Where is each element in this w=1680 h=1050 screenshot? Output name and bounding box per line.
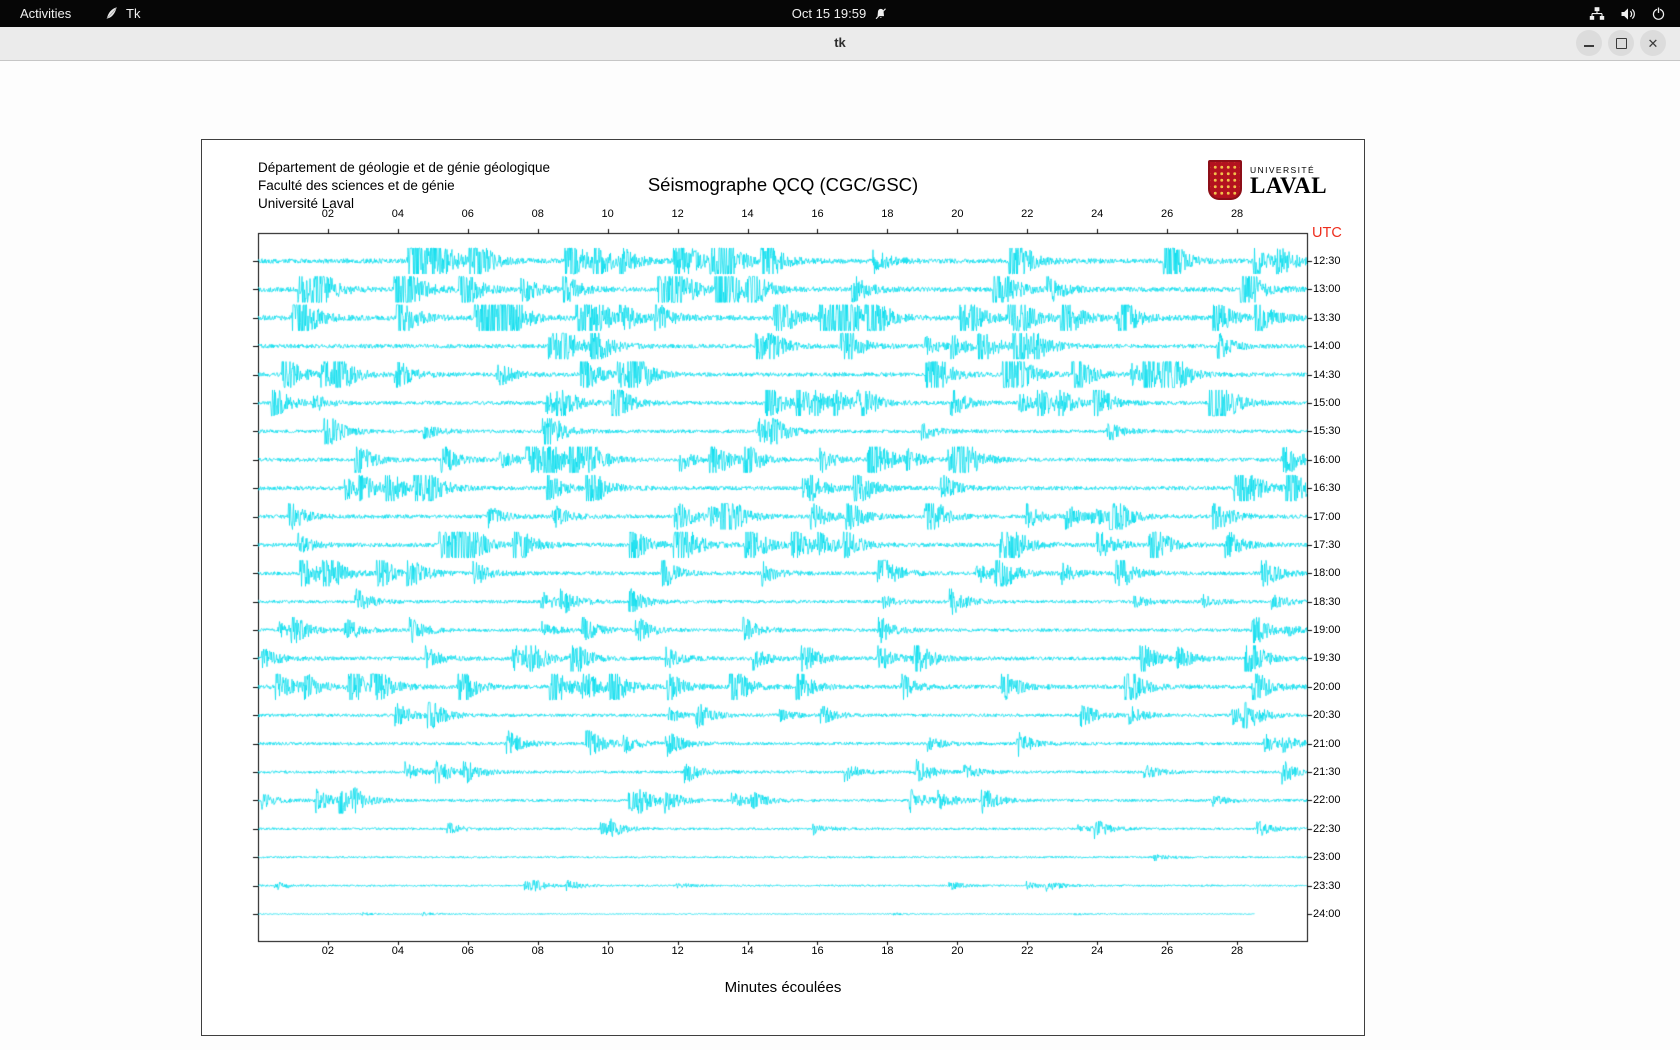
x-tick-label-top: 06 — [461, 208, 474, 220]
utc-time-label: 20:30 — [1313, 709, 1341, 722]
x-tick-label-bottom: 24 — [1091, 945, 1104, 957]
utc-time-label: 15:00 — [1313, 396, 1341, 409]
x-tick-label-top: 16 — [811, 208, 824, 220]
laval-wordmark: UNIVERSITÉ LAVAL — [1250, 160, 1327, 197]
network-nodes-icon — [1589, 6, 1605, 22]
utc-time-label: 17:00 — [1313, 510, 1341, 523]
maximize-icon — [1615, 37, 1627, 49]
utc-time-label: 21:30 — [1313, 766, 1341, 779]
utc-time-label: 13:30 — [1313, 311, 1341, 324]
gnome-top-bar: Activities Tk Oct 15 19:59 — [0, 0, 1680, 27]
utc-time-label: 19:30 — [1313, 652, 1341, 665]
x-tick-label-bottom: 10 — [601, 945, 614, 957]
seismogram-canvas — [238, 221, 1354, 957]
utc-time-label: 24:00 — [1313, 908, 1341, 920]
notifications-muted-icon — [874, 7, 888, 21]
window-titlebar: tk ✕ — [0, 27, 1680, 61]
x-tick-label-top: 18 — [881, 208, 894, 220]
volume-icon — [1620, 6, 1636, 22]
minimize-button[interactable] — [1576, 30, 1602, 56]
x-tick-label-top: 22 — [1021, 208, 1034, 220]
utc-time-label: 22:30 — [1313, 822, 1341, 835]
focused-app-label: Tk — [126, 6, 141, 21]
x-tick-label-bottom: 12 — [671, 945, 684, 957]
x-axis-label: Minutes écoulées — [724, 979, 842, 996]
x-tick-label-bottom: 28 — [1230, 945, 1244, 957]
x-tick-label-top: 20 — [951, 208, 964, 220]
window-title: tk — [834, 35, 846, 50]
x-tick-label-top: 26 — [1161, 208, 1174, 220]
x-tick-label-bottom: 06 — [461, 945, 474, 957]
x-tick-label-top: 12 — [671, 208, 684, 220]
x-tick-label-top: 10 — [601, 208, 614, 220]
x-tick-label-bottom: 14 — [741, 945, 754, 957]
minimize-icon — [1584, 45, 1594, 47]
x-tick-label-bottom: 20 — [951, 945, 964, 957]
utc-time-label: 12:30 — [1313, 255, 1341, 267]
utc-time-label: 22:00 — [1313, 794, 1341, 807]
utc-time-label: 18:00 — [1313, 567, 1341, 580]
utc-time-label: 21:00 — [1313, 737, 1341, 750]
power-icon — [1651, 6, 1666, 21]
close-button[interactable]: ✕ — [1640, 30, 1666, 56]
x-tick-label-bottom: 08 — [531, 945, 544, 957]
utc-time-label: 17:30 — [1313, 538, 1341, 551]
clock-label: Oct 15 19:59 — [791, 6, 867, 21]
x-tick-label-top: 24 — [1091, 208, 1104, 220]
institution-header: Département de géologie et de génie géol… — [258, 159, 550, 213]
utc-time-label: 14:00 — [1313, 340, 1341, 353]
utc-time-label: 14:30 — [1313, 368, 1341, 381]
x-tick-label-bottom: 18 — [881, 945, 894, 957]
utc-time-label: 23:30 — [1313, 879, 1341, 892]
plot-title: Séismographe QCQ (CGC/GSC) — [647, 174, 919, 195]
utc-label: UTC — [1312, 225, 1342, 241]
x-tick-label-top: 14 — [741, 208, 754, 220]
institution-line-1: Département de géologie et de génie géol… — [258, 160, 550, 175]
laval-logo: UNIVERSITÉ LAVAL — [1208, 160, 1327, 200]
utc-time-label: 16:30 — [1313, 482, 1341, 495]
window-content: Département de géologie et de génie géol… — [0, 61, 1680, 1050]
close-icon: ✕ — [1647, 35, 1659, 51]
x-tick-label-bottom: 22 — [1021, 945, 1034, 957]
utc-time-label: 18:30 — [1313, 595, 1341, 608]
x-tick-label-bottom: 02 — [321, 945, 335, 957]
system-status-menu[interactable] — [1589, 6, 1666, 22]
utc-time-label: 15:30 — [1313, 425, 1341, 438]
activities-button[interactable]: Activities — [14, 6, 77, 21]
tk-feather-icon — [104, 6, 119, 21]
utc-time-label: 20:00 — [1313, 680, 1341, 693]
utc-time-label: 13:00 — [1313, 283, 1341, 296]
x-tick-label-bottom: 16 — [811, 945, 824, 957]
focused-app-menu[interactable]: Tk — [104, 6, 140, 21]
institution-line-3: Université Laval — [258, 196, 355, 211]
x-tick-label-top: 28 — [1230, 208, 1244, 220]
laval-wordmark-laval: LAVAL — [1250, 173, 1328, 198]
clock-menu[interactable]: Oct 15 19:59 — [792, 6, 888, 21]
laval-shield-icon — [1208, 160, 1242, 200]
utc-time-label: 16:00 — [1313, 453, 1341, 466]
x-tick-label-top: 08 — [531, 208, 544, 220]
x-tick-label-top: 02 — [321, 208, 335, 220]
utc-time-label: 23:00 — [1313, 851, 1341, 864]
x-tick-label-top: 04 — [391, 208, 404, 220]
maximize-button[interactable] — [1608, 30, 1634, 56]
x-tick-label-bottom: 26 — [1161, 945, 1174, 957]
x-tick-label-bottom: 04 — [391, 945, 404, 957]
utc-time-label: 19:00 — [1313, 624, 1341, 637]
institution-line-2: Faculté des sciences et de génie — [258, 178, 455, 193]
